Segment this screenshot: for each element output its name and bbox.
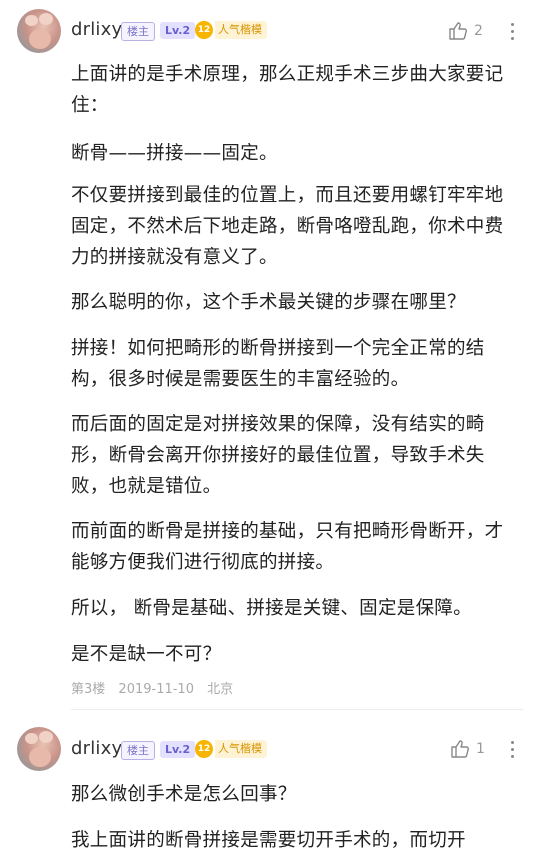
avatar[interactable] bbox=[17, 9, 61, 53]
reply-paragraph: 而前面的断骨是拼接的基础，只有把畸形骨断开，才能够方便我们进行彻底的拼接。 bbox=[71, 521, 504, 573]
more-button[interactable] bbox=[508, 739, 518, 761]
reply-paragraph: 我上面讲的断骨拼接是需要切开手术的，而切开 bbox=[71, 830, 466, 851]
reply-paragraph: 拼接！如何把畸形的断骨拼接到一个完全正常的结构，很多时候是需要医生的丰富经验的。 bbox=[71, 338, 485, 390]
reply-paragraph: 上面讲的是手术原理，那么正规手术三步曲大家要记住： bbox=[71, 64, 504, 116]
like-button[interactable]: 1 bbox=[450, 738, 490, 762]
popularity-badge: 12 人气楷模 bbox=[195, 21, 267, 40]
reply-paragraph: 那么微创手术是怎么回事？ bbox=[71, 784, 297, 805]
more-button[interactable] bbox=[508, 21, 518, 43]
like-button[interactable]: 2 bbox=[448, 20, 488, 44]
reply-paragraph: 所以， 断骨是基础、拼接是关键、固定是保障。 bbox=[71, 598, 472, 619]
owner-badge: 楼主 bbox=[121, 741, 155, 760]
post-location: 北京 bbox=[207, 682, 234, 697]
reply-paragraph: 不仅要拼接到最佳的位置上，而且还要用螺钉牢牢地固定，不然术后下地走路，断骨咯噔乱… bbox=[71, 185, 504, 268]
owner-badge: 楼主 bbox=[121, 22, 155, 41]
thumbs-up-icon bbox=[449, 22, 467, 40]
popularity-label: 人气楷模 bbox=[215, 740, 267, 758]
medal-icon: 12 bbox=[195, 740, 213, 758]
like-count: 1 bbox=[476, 741, 485, 757]
medal-icon: 12 bbox=[195, 21, 213, 39]
username[interactable]: drlixy bbox=[71, 19, 122, 40]
thumbs-up-icon bbox=[451, 740, 469, 758]
divider bbox=[71, 709, 523, 710]
avatar[interactable] bbox=[17, 727, 61, 771]
reply-meta: 第3楼 2019-11-10 北京 bbox=[71, 678, 242, 697]
popularity-badge: 12 人气楷模 bbox=[195, 740, 267, 759]
level-badge: Lv.2 bbox=[160, 22, 196, 39]
reply-paragraph: 而后面的固定是对拼接效果的保障，没有结实的畸形，断骨会离开你拼接好的最佳位置，导… bbox=[71, 414, 485, 497]
reply-paragraph: 是不是缺一不可？ bbox=[71, 644, 222, 665]
username[interactable]: drlixy bbox=[71, 738, 122, 759]
like-count: 2 bbox=[474, 23, 483, 39]
floor-number: 第3楼 bbox=[71, 682, 106, 697]
reply-paragraph: 断骨——拼接——固定。 bbox=[71, 143, 278, 164]
reply-paragraph: 那么聪明的你，这个手术最关键的步骤在哪里？ bbox=[71, 292, 466, 313]
level-badge: Lv.2 bbox=[160, 741, 196, 758]
post-date: 2019-11-10 bbox=[118, 682, 194, 697]
popularity-label: 人气楷模 bbox=[215, 21, 267, 39]
